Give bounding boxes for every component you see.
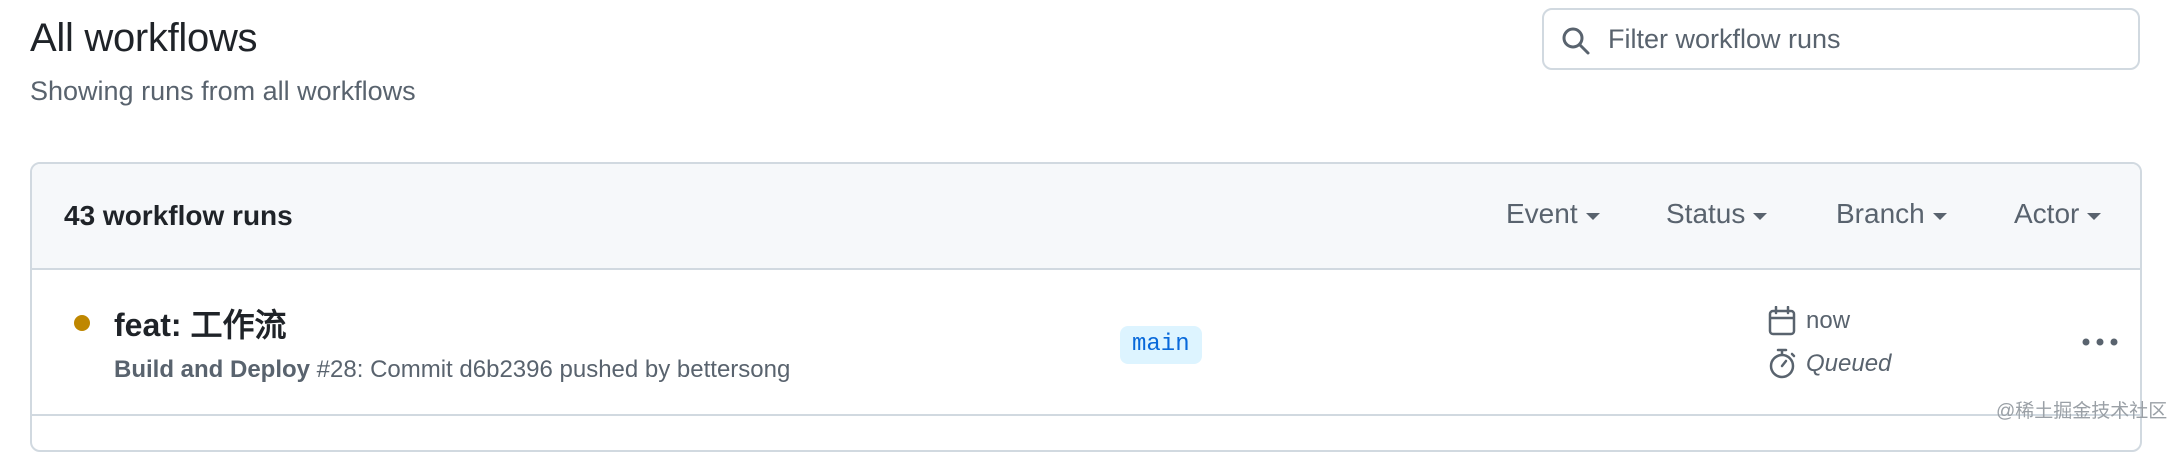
search-icon (1562, 27, 1590, 55)
workflow-run-row[interactable]: feat: 工作流 Build and Deploy #28: Commit d… (32, 270, 2140, 416)
calendar-icon (1768, 306, 1796, 336)
run-time: now (1768, 306, 1850, 336)
search-input[interactable] (1608, 10, 2118, 68)
workflow-name: Build and Deploy (114, 356, 311, 383)
event-filter-button[interactable]: Event (1506, 198, 1600, 230)
kebab-horizontal-icon (2082, 338, 2118, 346)
run-title-link[interactable]: feat: 工作流 (114, 300, 286, 346)
status-filter-label: Status (1666, 198, 1746, 229)
runs-count: 43 workflow runs (64, 200, 293, 231)
caret-down-icon (1753, 212, 1768, 220)
actor-filter-button[interactable]: Actor (2014, 198, 2102, 230)
event-filter-label: Event (1506, 198, 1578, 229)
caret-down-icon (1585, 212, 1600, 220)
caret-down-icon (1932, 212, 1947, 220)
page-subtitle: Showing runs from all workflows (30, 76, 416, 106)
branch-filter-button[interactable]: Branch (1836, 198, 1947, 230)
run-duration: Queued (1768, 348, 1891, 380)
run-options-button[interactable] (2074, 324, 2126, 360)
page-title: All workflows (30, 16, 258, 60)
branch-filter-label: Branch (1836, 198, 1925, 229)
stopwatch-icon (1769, 348, 1796, 379)
workflow-runs-list: 43 workflow runs Event Status Branch Act… (30, 162, 2142, 452)
watermark: @稀土掘金技术社区 (1996, 401, 2168, 422)
run-state-label: Queued (1806, 350, 1892, 377)
branch-label[interactable]: main (1120, 326, 1202, 364)
status-filter-button[interactable]: Status (1666, 198, 1768, 230)
runs-list-header: 43 workflow runs Event Status Branch Act… (32, 164, 2140, 270)
run-details: #28: Commit d6b2396 pushed by bettersong (310, 356, 791, 383)
queued-status-icon (74, 315, 90, 331)
run-meta: Build and Deploy #28: Commit d6b2396 pus… (114, 356, 790, 384)
run-time-label: now (1806, 307, 1851, 334)
caret-down-icon (2087, 212, 2102, 220)
search-box[interactable] (1542, 8, 2140, 70)
actor-filter-label: Actor (2014, 198, 2080, 229)
